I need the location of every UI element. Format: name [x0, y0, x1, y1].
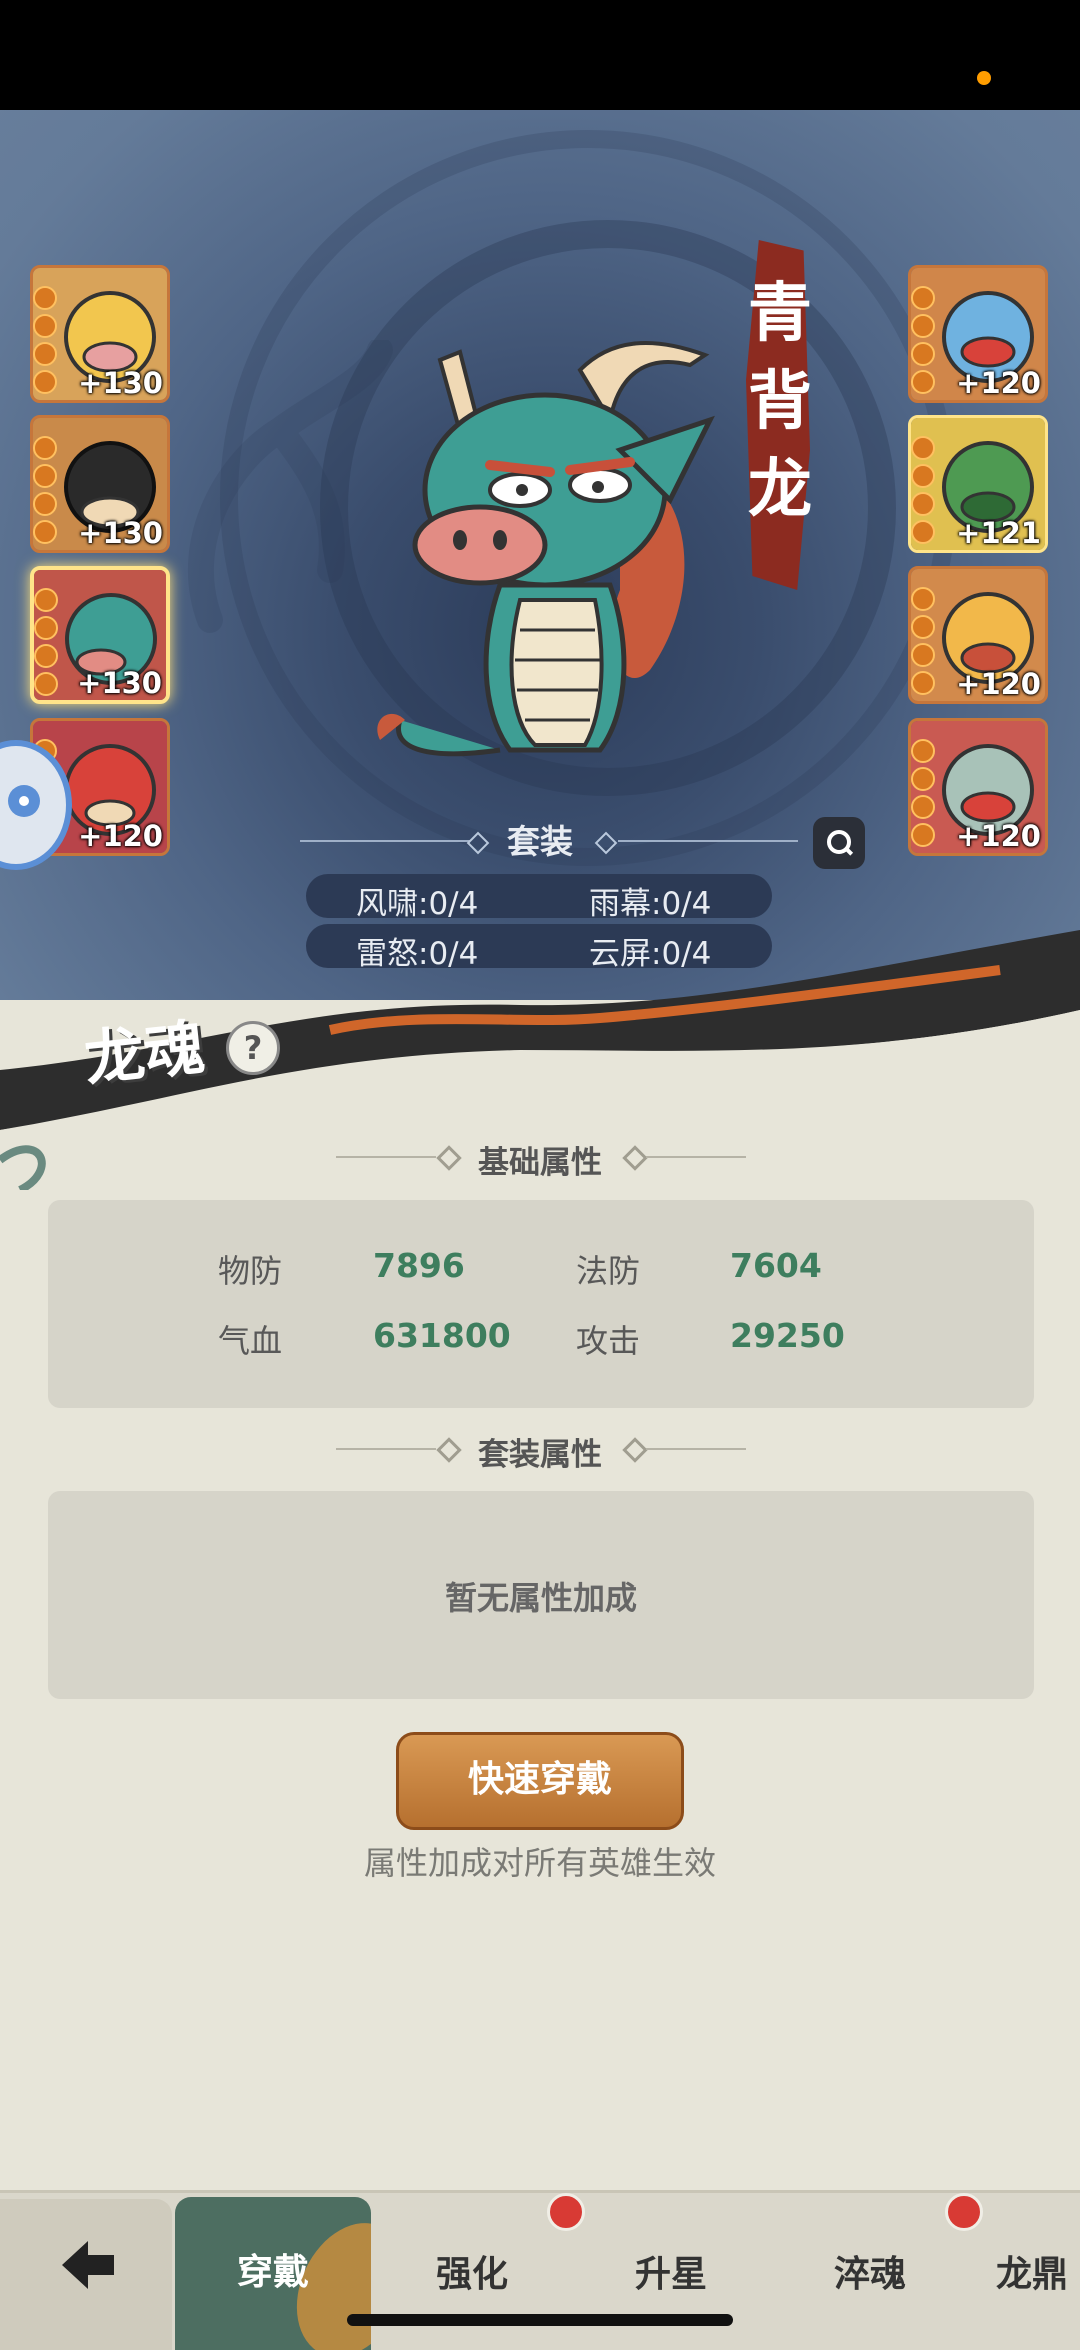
set-attrs-title: 套装属性	[478, 1437, 602, 1473]
attr-label-hp: 气血	[218, 1322, 283, 1360]
portrait-level: +120	[956, 667, 1041, 701]
set-search-button[interactable]	[813, 817, 865, 869]
attr-value-magic-def: 7604	[730, 1246, 822, 1285]
camera-notch	[390, 0, 991, 122]
help-icon[interactable]: ?	[226, 1021, 280, 1075]
tab-enhance[interactable]: 强化	[436, 2245, 508, 2297]
bottom-tab-bar: 穿戴 强化 升星 淬魂 龙鼎	[0, 2190, 1080, 2350]
tab-dragon-cauldron[interactable]: 龙鼎	[996, 2245, 1068, 2297]
dragon-portrait[interactable]: +121	[908, 415, 1048, 553]
temper-notification-dot	[945, 2193, 983, 2231]
portrait-level: +120	[956, 819, 1041, 853]
attr-value-attack: 29250	[730, 1316, 845, 1355]
dragon-portrait[interactable]: +130	[30, 265, 170, 403]
hero-name: 青 背 龙	[745, 270, 815, 534]
set-attrs-empty-text: 暂无属性加成	[444, 1579, 637, 1617]
set-attrs-panel: 暂无属性加成	[48, 1491, 1034, 1699]
attr-value-physical-def: 7896	[373, 1246, 465, 1285]
dragon-portrait[interactable]: +120	[908, 718, 1048, 856]
quick-equip-button[interactable]: 快速穿戴	[396, 1732, 684, 1830]
section-title-longhun: 龙魂	[81, 1012, 208, 1096]
dragon-portrait-selected[interactable]: +130	[30, 566, 170, 704]
camera-indicator	[977, 71, 991, 85]
set-progress-row: 风啸:0/4 雨幕:0/4	[306, 874, 772, 922]
dragon-portrait[interactable]: +130	[30, 415, 170, 553]
section-divider	[646, 1448, 746, 1450]
tab-equip[interactable]: 穿戴	[175, 2197, 371, 2350]
portrait-level: +130	[77, 666, 162, 700]
set-item-fengxiao: 风啸:0/4	[356, 886, 479, 922]
portrait-level: +130	[78, 366, 163, 400]
attr-label-magic-def: 法防	[576, 1252, 641, 1290]
portrait-level: +120	[956, 366, 1041, 400]
portrait-level: +120	[78, 819, 163, 853]
attr-label-physical-def: 物防	[218, 1252, 283, 1290]
set-item-yumu: 雨幕:0/4	[589, 886, 712, 922]
back-arrow-icon	[62, 2241, 114, 2289]
attr-label-attack: 攻击	[576, 1322, 641, 1360]
home-indicator	[347, 2314, 733, 2326]
base-attrs-title: 基础属性	[478, 1145, 602, 1181]
attr-value-hp: 631800	[373, 1316, 511, 1355]
set-divider-right	[618, 840, 798, 842]
dragon-portrait[interactable]: +120	[908, 265, 1048, 403]
hero-name-char: 背	[748, 364, 812, 439]
back-button[interactable]	[0, 2199, 172, 2350]
base-attrs-panel: 物防 7896 法防 7604 气血 631800 攻击 29250	[48, 1200, 1034, 1408]
dragon-portrait[interactable]: +120	[908, 566, 1048, 704]
bonus-note: 属性加成对所有英雄生效	[363, 1844, 716, 1882]
tab-temper[interactable]: 淬魂	[834, 2245, 906, 2297]
hero-name-char: 龙	[748, 452, 812, 527]
portrait-level: +121	[956, 516, 1041, 550]
ghost-dragon-illustration	[188, 340, 393, 633]
enhance-notification-dot	[547, 2193, 585, 2231]
hero-name-char: 青	[748, 276, 812, 351]
tab-equip-label: 穿戴	[236, 2252, 309, 2293]
tab-star[interactable]: 升星	[635, 2245, 707, 2297]
hero-dragon-illustration	[377, 341, 715, 757]
section-divider	[646, 1156, 746, 1158]
portrait-level: +130	[78, 516, 163, 550]
gamepad-icon	[8, 785, 40, 817]
